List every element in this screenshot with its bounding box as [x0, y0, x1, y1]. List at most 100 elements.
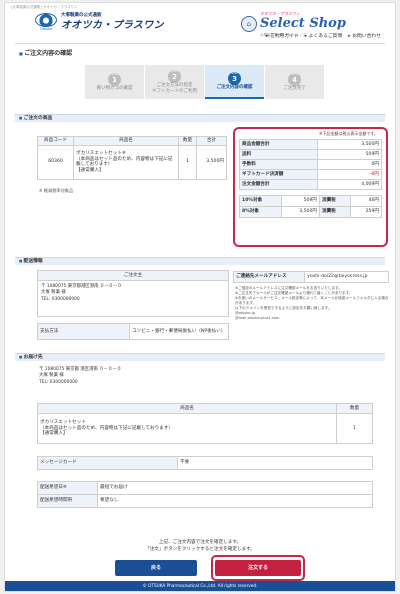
dest-item-qty: 1	[336, 413, 373, 444]
nav-faq-label: よくあるご質問	[308, 34, 343, 39]
email-table: ご連絡先メールアドレス yoshi-doi22@taiyocross.jp	[232, 271, 389, 283]
table-row: 配送希望時間帯 希望なし	[37, 494, 373, 508]
delivery-date-label: 配送希望日※	[37, 481, 98, 495]
orderer-address: 〒 1080075 東京都港区港南 ０－０－０ 大塚 製薬 様 TEL: 030…	[37, 280, 229, 317]
totals-table: 商品金額合計 3,500円 送料 509円 手数料 0円 ギフトカード決済額 -0円 注…	[239, 139, 382, 190]
header-divider	[15, 43, 385, 44]
step-confirm: STEP 3 ご注文内容の確認	[205, 65, 264, 99]
total-label: ギフトカード決済額	[239, 169, 318, 180]
item-name: ポカリスエットセット※ （本商品はセット品のため、内容物は下記に記載しております…	[73, 144, 179, 180]
total-value: 4,009円	[317, 179, 382, 190]
order-totals-box: ※下記金額は税込表示金額です。 商品金額合計 3,500円 送料 509円 手数料 0…	[233, 127, 388, 247]
message-card-table: メッセージカード 不要	[37, 456, 373, 470]
col-header: 数量	[178, 136, 197, 146]
tax-amount: 259円	[350, 206, 382, 218]
header-nav: ▸ ご利用ガイド ▸ よくあるご質問 ▸ お問い合わせ	[266, 34, 381, 40]
tax-inclusive-note: ※下記金額は税込表示金額です。	[319, 131, 378, 136]
confirm-line-1: 上記、ご注文内容で注文を確定します。	[158, 540, 242, 545]
tax-amount: 46円	[350, 195, 382, 207]
email-label: ご連絡先メールアドレス	[232, 271, 306, 283]
table-row: 10%対象 509円 消費税 46円	[238, 195, 382, 207]
email-value: yoshi-doi22@taiyocross.jp	[304, 271, 389, 283]
place-order-button[interactable]: 注文する	[215, 560, 301, 576]
back-button[interactable]: 戻る	[115, 560, 197, 576]
top-note: [大塚製薬公式通販] オオツカ・プラスワン	[11, 5, 78, 9]
col-header: 商品名	[73, 136, 179, 146]
step-complete: STEP 4 ご注文完了	[265, 65, 324, 99]
nav-contact-label: お問い合わせ	[352, 34, 381, 39]
item-total: 3,500円	[196, 144, 227, 180]
reduced-tax-note: ※ 軽減税率対象品	[39, 188, 74, 193]
select-shop-icon: ⌂	[241, 16, 257, 33]
nav-contact-link[interactable]: ▸ お問い合わせ	[348, 34, 381, 40]
step-label: ご注文完了	[283, 85, 306, 91]
total-value: 0円	[317, 159, 382, 170]
total-value: -0円	[317, 169, 382, 180]
destination-address: 〒 1080075 東京都 港区港南 ０－０－０ 大塚 製薬 様 TEL: 03…	[39, 367, 122, 385]
col-header: 商品名	[37, 403, 337, 414]
payment-label: 支払方法	[37, 323, 130, 340]
confirm-message: 上記、ご注文内容で注文を確定します。 「注文」ボタンをクリックすると注文を確定し…	[5, 540, 395, 554]
footer-copyright: © OTSUKA Pharmaceutical Co.,Ltd. All rig…	[5, 581, 395, 591]
col-header: 商品コード	[37, 136, 74, 146]
table-row: ギフトカード決済額 -0円	[239, 169, 382, 180]
total-label: 送料	[239, 149, 318, 160]
step-number: 3	[232, 74, 237, 83]
checkout-steps: STEP 1 買い物カゴの確認 STEP 2 ご注文方法の指定 ギフトカードのご利用…	[85, 65, 325, 99]
select-shop-name: Select Shop	[260, 16, 346, 32]
order-items-heading: ご注文の商品	[15, 114, 385, 122]
page-frame: [大塚製薬公式通販] オオツカ・プラスワン Otsuka 大塚製薬の公式通販 オ…	[4, 2, 396, 592]
otsuka-logo-icon: Otsuka	[35, 13, 57, 32]
dest-item-name: ポカリスエットセット （本商品はセット品のため、内容物は下記に記載しております）…	[37, 413, 337, 444]
shipping-info-heading: 配送情報	[15, 257, 385, 265]
delivery-table: 配送希望日※ 最短でお届け 配送希望時間帯 希望なし	[37, 481, 373, 508]
confirm-line-2: 「注文」ボタンをクリックすると注文を確定します。	[145, 546, 255, 552]
brand-name: オオツカ・プラスワン	[61, 19, 164, 31]
step-label: 買い物カゴの確認	[96, 85, 133, 91]
table-row: 商品金額合計 3,500円	[239, 139, 382, 150]
total-label: 注文金額合計	[239, 179, 318, 190]
tax-rate-amount: 3,500円	[281, 206, 320, 218]
tax-label: 消費税	[318, 206, 352, 218]
total-label: 手数料	[239, 159, 318, 170]
col-header: 数量	[336, 403, 373, 414]
delivery-time-label: 配送希望時間帯	[37, 494, 98, 508]
tax-rate-amount: 509円	[281, 195, 320, 207]
step-order-method: STEP 2 ご注文方法の指定 ギフトカードのご利用	[145, 65, 204, 99]
item-qty: 1	[178, 144, 197, 180]
tax-rate-label: 8%対象	[238, 206, 283, 218]
tax-label: 消費税	[318, 195, 352, 207]
table-row: 送料 509円	[239, 149, 382, 160]
step-number: 2	[172, 72, 177, 81]
orderer-header: ご注文主	[37, 270, 229, 281]
table-row: 注文金額合計 4,009円	[239, 179, 382, 190]
tax-rate-label: 10%対象	[238, 195, 283, 207]
destination-items-table: 商品名 数量 ポカリスエットセット （本商品はセット品のため、内容物は下記に記載…	[37, 403, 373, 444]
delivery-time-value: 希望なし	[97, 494, 373, 508]
payment-table: 支払方法 コンビニ・銀行・郵便局後払い（NP後払い）	[37, 323, 229, 340]
nav-guide-link[interactable]: ▸ ご利用ガイド	[266, 34, 299, 40]
table-row: 8%対象 3,500円 消費税 259円	[238, 206, 382, 218]
nav-faq-link[interactable]: ▸ よくあるご質問	[305, 34, 343, 40]
delivery-date-value: 最短でお届け	[97, 481, 373, 495]
table-row: 手数料 0円	[239, 159, 382, 170]
table-row: 配送希望日※ 最短でお届け	[37, 481, 373, 495]
col-header: 合計	[196, 136, 227, 146]
message-card-label: メッセージカード	[37, 456, 178, 470]
order-items-table: 商品コード 商品名 数量 合計 60360 ポカリスエットセット※ （本商品はセ…	[37, 136, 227, 180]
total-value: 509円	[317, 149, 382, 160]
destination-heading: お届け先	[15, 353, 385, 361]
tax-split-table: 10%対象 509円 消費税 46円 8%対象 3,500円 消費税 259円	[238, 195, 382, 218]
step-label: ご注文内容の確認	[216, 84, 253, 90]
page-title: ご注文内容の確認	[19, 50, 72, 58]
step-number: 1	[112, 75, 117, 84]
total-value: 3,500円	[317, 139, 382, 150]
step-label: ご注文方法の指定 ギフトカードのご利用	[152, 82, 197, 94]
payment-value: コンビニ・銀行・郵便局後払い（NP後払い）	[129, 323, 229, 340]
step-cart: STEP 1 買い物カゴの確認	[85, 65, 144, 99]
nav-guide-label: ご利用ガイド	[269, 34, 299, 39]
step-number: 4	[292, 75, 297, 84]
table-row: ポカリスエットセット （本商品はセット品のため、内容物は下記に記載しております）…	[37, 413, 373, 444]
brand-logo[interactable]: Otsuka 大塚製薬の公式通販 オオツカ・プラスワン	[35, 13, 164, 32]
email-notes: ※ご指定のメールアドレスに注文確認メールをお送りいたします。 ※ご注文完了メール…	[235, 286, 389, 321]
